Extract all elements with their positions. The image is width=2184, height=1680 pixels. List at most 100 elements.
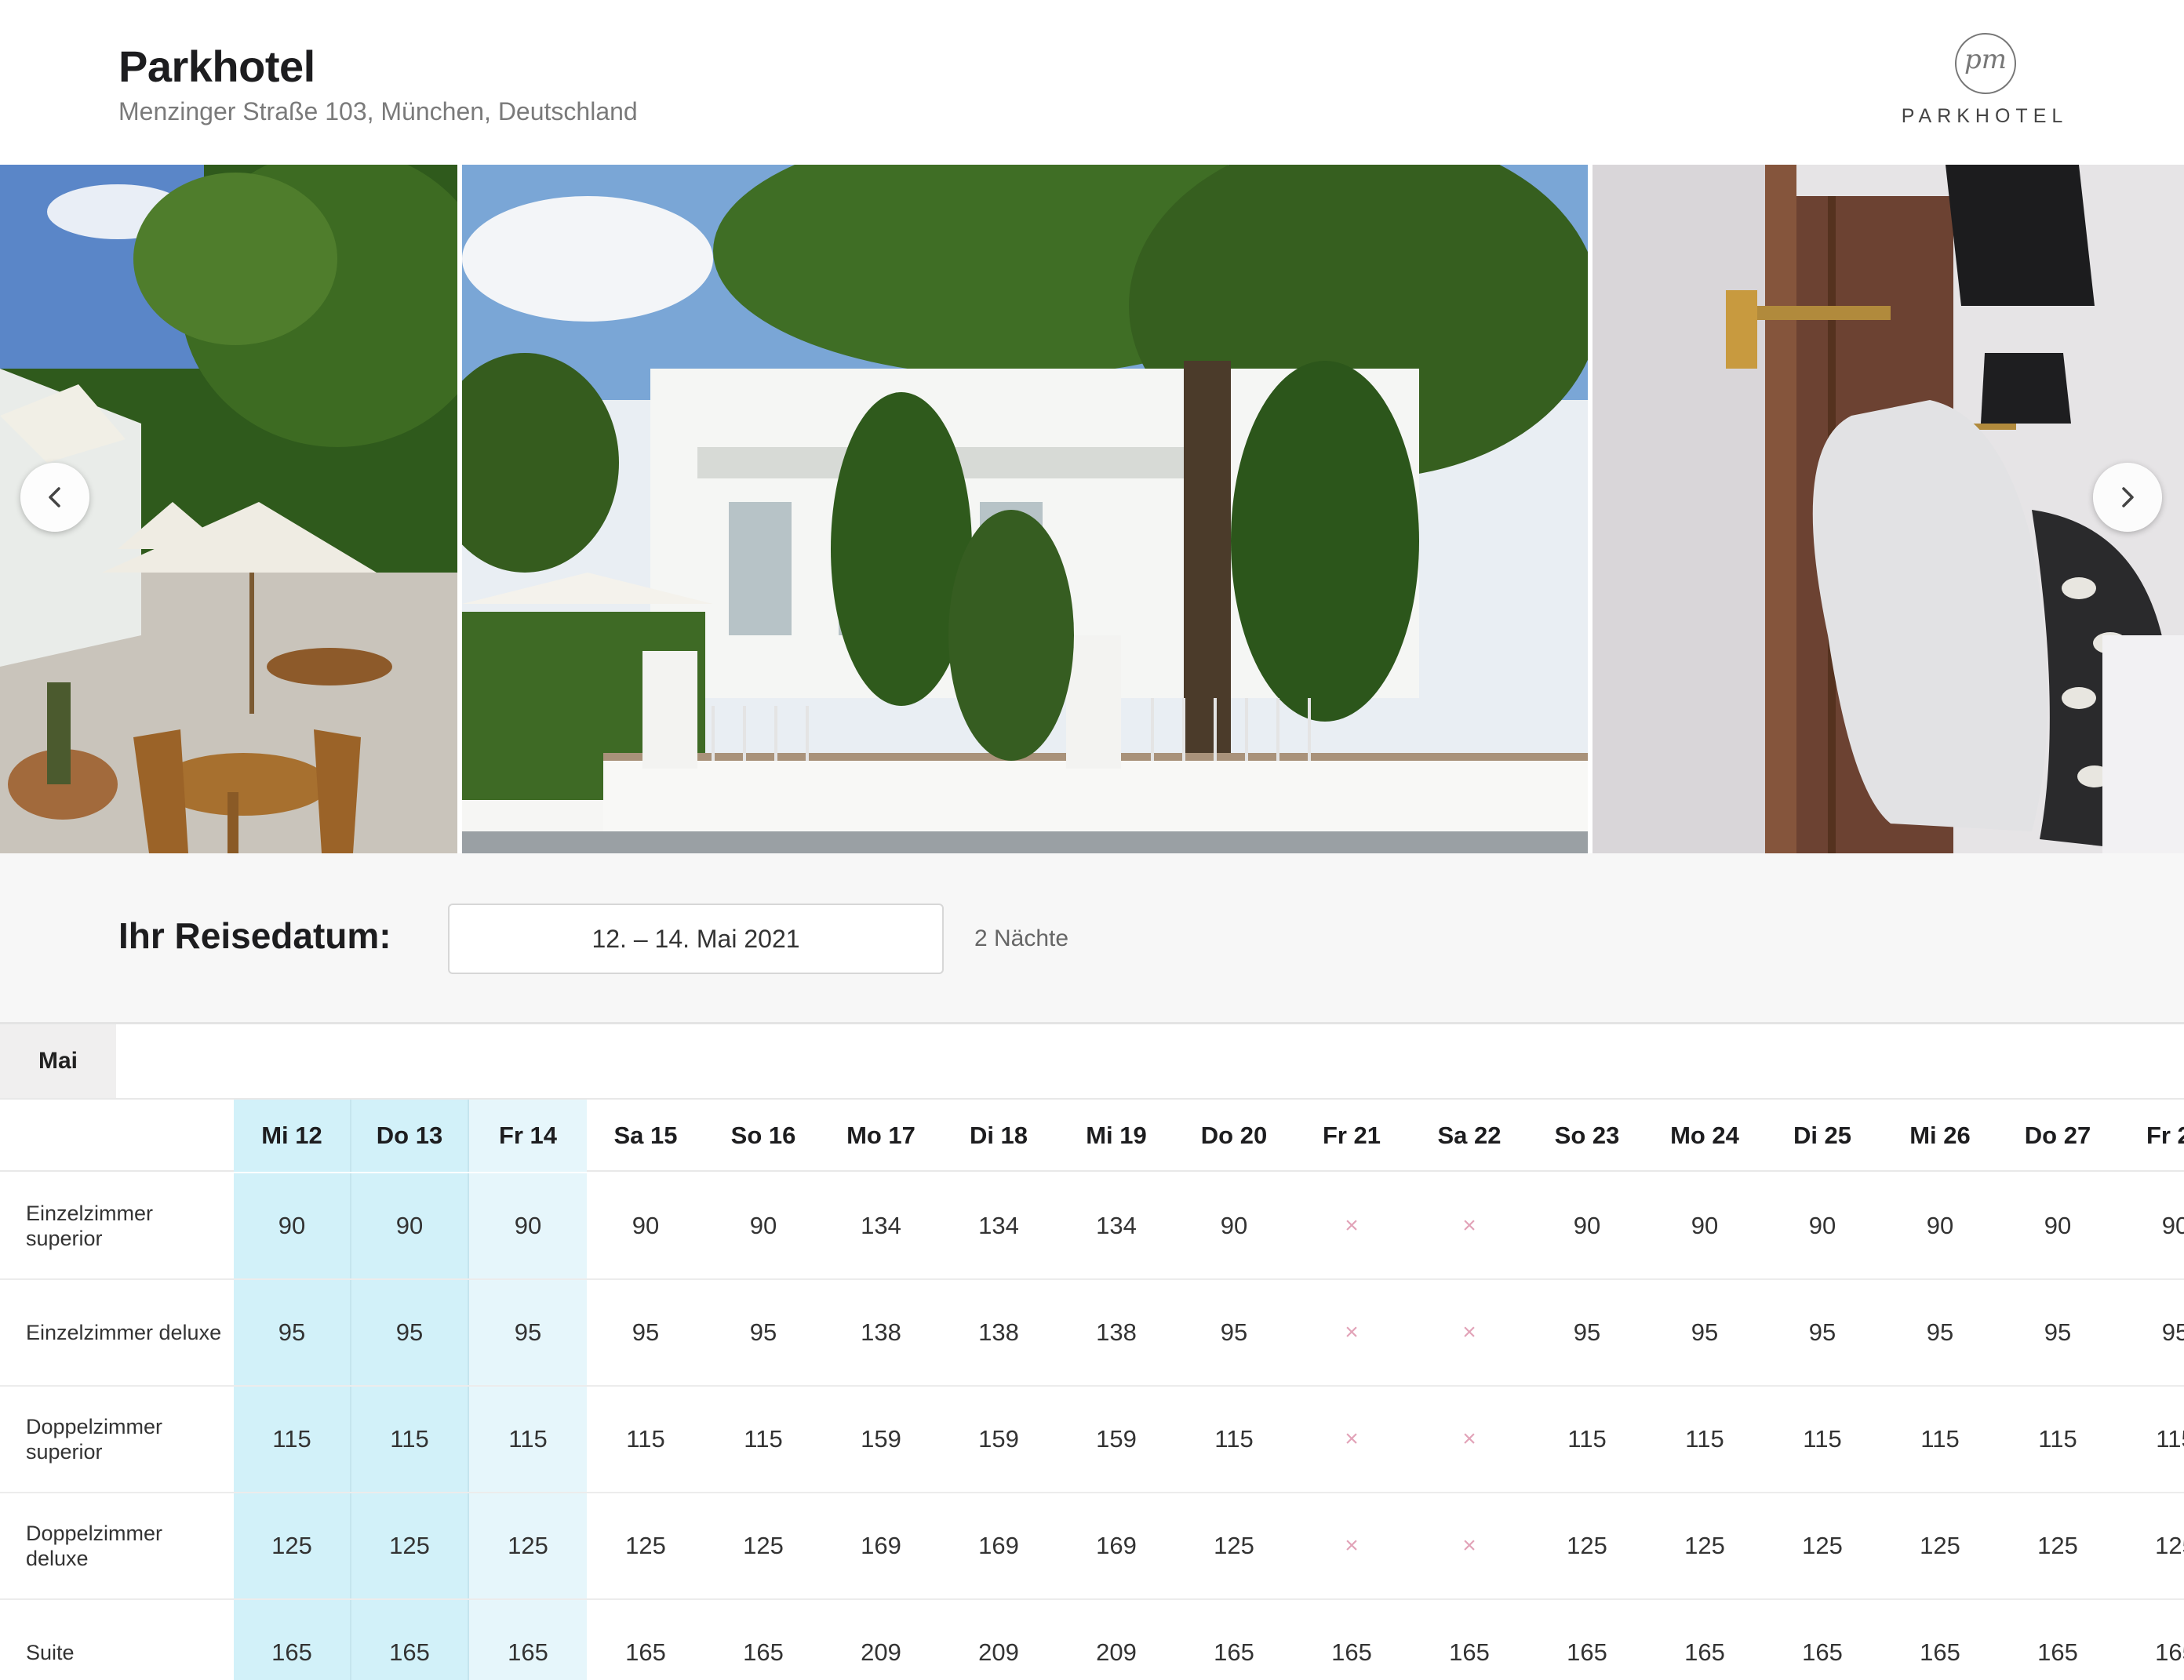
- price-cell[interactable]: 165: [1528, 1600, 1646, 1680]
- unavailable-cell[interactable]: ×: [1293, 1387, 1410, 1492]
- day-header[interactable]: Fr 21: [1293, 1100, 1410, 1172]
- unavailable-cell[interactable]: ×: [1293, 1493, 1410, 1598]
- price-cell[interactable]: 95: [704, 1280, 822, 1385]
- price-cell[interactable]: 95: [587, 1280, 704, 1385]
- day-header[interactable]: Do 20: [1175, 1100, 1293, 1172]
- price-cell[interactable]: 115: [234, 1387, 351, 1492]
- price-cell[interactable]: 125: [704, 1493, 822, 1598]
- day-header[interactable]: Mi 19: [1057, 1100, 1175, 1172]
- price-cell[interactable]: 95: [1646, 1280, 1764, 1385]
- price-cell[interactable]: 165: [351, 1600, 469, 1680]
- price-cell[interactable]: 169: [940, 1493, 1057, 1598]
- price-cell[interactable]: 209: [940, 1600, 1057, 1680]
- price-cell[interactable]: 95: [1528, 1280, 1646, 1385]
- date-range-picker[interactable]: 12. – 14. Mai 2021: [448, 904, 944, 974]
- price-cell[interactable]: 125: [1175, 1493, 1293, 1598]
- price-cell[interactable]: 209: [822, 1600, 940, 1680]
- price-cell[interactable]: 165: [1999, 1600, 2117, 1680]
- unavailable-cell[interactable]: ×: [1410, 1173, 1528, 1278]
- day-header[interactable]: Mi 12: [234, 1100, 351, 1172]
- price-cell[interactable]: 134: [940, 1173, 1057, 1278]
- price-cell[interactable]: 115: [704, 1387, 822, 1492]
- price-cell[interactable]: 125: [234, 1493, 351, 1598]
- price-cell[interactable]: 165: [1175, 1600, 1293, 1680]
- unavailable-cell[interactable]: ×: [1410, 1280, 1528, 1385]
- day-header[interactable]: So 23: [1528, 1100, 1646, 1172]
- day-header[interactable]: Sa 22: [1410, 1100, 1528, 1172]
- price-cell[interactable]: 90: [234, 1173, 351, 1278]
- price-cell[interactable]: 115: [469, 1387, 587, 1492]
- price-cell[interactable]: 138: [940, 1280, 1057, 1385]
- price-cell[interactable]: 125: [1764, 1493, 1881, 1598]
- price-cell[interactable]: 115: [1881, 1387, 1999, 1492]
- price-cell[interactable]: 165: [469, 1600, 587, 1680]
- price-cell[interactable]: 95: [469, 1280, 587, 1385]
- price-cell[interactable]: 125: [1881, 1493, 1999, 1598]
- price-cell[interactable]: 134: [822, 1173, 940, 1278]
- price-cell[interactable]: 138: [822, 1280, 940, 1385]
- price-cell[interactable]: 90: [1175, 1173, 1293, 1278]
- day-header[interactable]: Do 27: [1999, 1100, 2117, 1172]
- price-cell[interactable]: 125: [1999, 1493, 2117, 1598]
- price-cell[interactable]: 125: [587, 1493, 704, 1598]
- day-header[interactable]: So 16: [704, 1100, 822, 1172]
- day-header[interactable]: Mi 26: [1881, 1100, 1999, 1172]
- price-cell[interactable]: 165: [1881, 1600, 1999, 1680]
- price-cell[interactable]: 115: [587, 1387, 704, 1492]
- day-header[interactable]: Mo 24: [1646, 1100, 1764, 1172]
- price-cell[interactable]: 90: [2117, 1173, 2184, 1278]
- price-cell[interactable]: 159: [822, 1387, 940, 1492]
- price-cell[interactable]: 90: [1646, 1173, 1764, 1278]
- day-header[interactable]: Fr 28: [2117, 1100, 2184, 1172]
- price-cell[interactable]: 134: [1057, 1173, 1175, 1278]
- price-cell[interactable]: 159: [940, 1387, 1057, 1492]
- gallery-prev-button[interactable]: [20, 463, 89, 532]
- price-cell[interactable]: 125: [1646, 1493, 1764, 1598]
- day-header[interactable]: Do 13: [351, 1100, 469, 1172]
- price-cell[interactable]: 95: [2117, 1280, 2184, 1385]
- photo-hotel-building[interactable]: [462, 165, 1588, 853]
- price-cell[interactable]: 165: [587, 1600, 704, 1680]
- price-cell[interactable]: 209: [1057, 1600, 1175, 1680]
- price-cell[interactable]: 95: [1764, 1280, 1881, 1385]
- hotel-logo[interactable]: pm PARKHOTEL: [1898, 33, 2071, 135]
- price-cell[interactable]: 115: [1175, 1387, 1293, 1492]
- price-cell[interactable]: 90: [1999, 1173, 2117, 1278]
- price-cell[interactable]: 95: [1999, 1280, 2117, 1385]
- price-cell[interactable]: 125: [2117, 1493, 2184, 1598]
- tab-month-may[interactable]: Mai: [0, 1024, 116, 1098]
- price-cell[interactable]: 95: [1175, 1280, 1293, 1385]
- price-cell[interactable]: 165: [1293, 1600, 1410, 1680]
- price-cell[interactable]: 95: [1881, 1280, 1999, 1385]
- price-cell[interactable]: 90: [704, 1173, 822, 1278]
- unavailable-cell[interactable]: ×: [1293, 1280, 1410, 1385]
- day-header[interactable]: Fr 14: [469, 1100, 587, 1172]
- unavailable-cell[interactable]: ×: [1410, 1387, 1528, 1492]
- price-cell[interactable]: 165: [1410, 1600, 1528, 1680]
- price-cell[interactable]: 125: [469, 1493, 587, 1598]
- unavailable-cell[interactable]: ×: [1293, 1173, 1410, 1278]
- price-cell[interactable]: 125: [351, 1493, 469, 1598]
- price-cell[interactable]: 159: [1057, 1387, 1175, 1492]
- price-cell[interactable]: 165: [704, 1600, 822, 1680]
- price-cell[interactable]: 90: [1764, 1173, 1881, 1278]
- day-header[interactable]: Di 25: [1764, 1100, 1881, 1172]
- price-cell[interactable]: 165: [234, 1600, 351, 1680]
- price-cell[interactable]: 115: [1528, 1387, 1646, 1492]
- day-header[interactable]: Sa 15: [587, 1100, 704, 1172]
- price-cell[interactable]: 169: [1057, 1493, 1175, 1598]
- price-cell[interactable]: 90: [1528, 1173, 1646, 1278]
- price-cell[interactable]: 169: [822, 1493, 940, 1598]
- price-cell[interactable]: 138: [1057, 1280, 1175, 1385]
- price-cell[interactable]: 90: [1881, 1173, 1999, 1278]
- price-cell[interactable]: 165: [1764, 1600, 1881, 1680]
- price-cell[interactable]: 125: [1528, 1493, 1646, 1598]
- unavailable-cell[interactable]: ×: [1410, 1493, 1528, 1598]
- price-cell[interactable]: 95: [351, 1280, 469, 1385]
- day-header[interactable]: Mo 17: [822, 1100, 940, 1172]
- price-cell[interactable]: 115: [1646, 1387, 1764, 1492]
- photo-gallery[interactable]: [0, 165, 2184, 853]
- price-cell[interactable]: 165: [1646, 1600, 1764, 1680]
- price-cell[interactable]: 165: [2117, 1600, 2184, 1680]
- price-cell[interactable]: 115: [2117, 1387, 2184, 1492]
